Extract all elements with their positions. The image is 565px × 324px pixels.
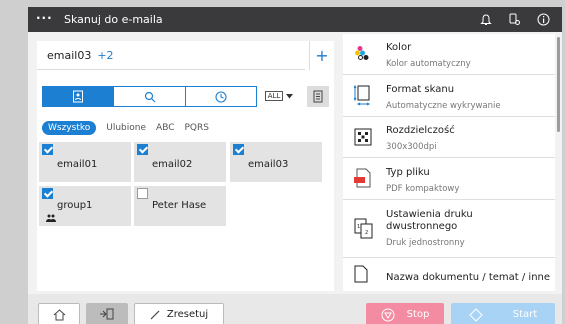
destination-address: email03 (47, 49, 92, 62)
contact-name: group1 (57, 200, 93, 211)
home-icon (53, 308, 65, 320)
setting-value: Automatyczne wykrywanie (386, 101, 501, 111)
svg-text:1: 1 (357, 224, 360, 230)
setting-duplex[interactable]: 12 Ustawienia druku dwustronnego Druk je… (343, 200, 555, 258)
history-icon (215, 90, 227, 103)
checkbox-checked[interactable] (42, 188, 53, 199)
address-book-icon (73, 90, 83, 103)
setting-scan-size[interactable]: Format skanu Automatyczne wykrywanie (343, 75, 555, 117)
setting-resolution[interactable]: Rozdzielczość 300x300dpi (343, 117, 555, 158)
reset-button[interactable]: Zresetuj (134, 303, 224, 324)
resolution-icon (354, 128, 372, 146)
destination-summary: email03 +2 (47, 49, 114, 62)
duplex-icon: 12 (354, 218, 373, 239)
color-dots-icon (355, 46, 369, 60)
contact-name: email02 (152, 159, 193, 170)
tab-address-book[interactable] (42, 86, 114, 107)
contact-name: Peter Hase (152, 200, 207, 211)
bell-icon[interactable] (476, 10, 496, 29)
eraser-icon (150, 310, 160, 319)
stop-icon (381, 308, 395, 321)
start-icon (469, 307, 483, 322)
contact-name: email03 (248, 159, 289, 170)
checkbox-checked[interactable] (42, 144, 53, 155)
contact-tile[interactable]: email01 (39, 142, 131, 182)
transfer-icon (100, 308, 114, 320)
info-icon[interactable] (533, 10, 553, 29)
reset-label: Zresetuj (166, 309, 209, 320)
setting-title: Typ pliku (386, 167, 430, 178)
index-filters: Wszystko Ulubione ABC PQRS (42, 120, 209, 136)
setting-color[interactable]: Kolor Kolor automatyczny (343, 34, 555, 75)
checkbox-checked[interactable] (233, 144, 244, 155)
home-button[interactable] (38, 303, 80, 324)
destination-extra-count: +2 (97, 49, 114, 62)
setting-value: PDF kompaktowy (386, 184, 460, 194)
address-book-list-icon (313, 90, 323, 103)
group-icon (46, 214, 56, 222)
contact-tile[interactable]: group1 (39, 186, 131, 226)
tab-search[interactable] (113, 86, 186, 107)
setting-document-name[interactable]: Nazwa dokumentu / temat / inne (343, 258, 555, 291)
title-bar: ··· Skanuj do e-maila (28, 7, 562, 32)
start-button[interactable]: Start (451, 303, 555, 324)
device-frame: ··· Skanuj do e-maila email03 +2 + ALL W… (0, 0, 565, 324)
setting-value: Druk jednostronny (386, 238, 465, 248)
contact-tile[interactable]: Peter Hase (134, 186, 226, 226)
setting-title: Rozdzielczość (386, 125, 455, 136)
start-label: Start (512, 309, 538, 320)
setting-file-type[interactable]: Typ pliku PDF kompaktowy (343, 158, 555, 200)
contact-name: email01 (57, 159, 98, 170)
svg-text:2: 2 (365, 230, 368, 236)
checkbox-unchecked[interactable] (137, 188, 148, 199)
transfer-button[interactable] (86, 303, 128, 324)
tab-history[interactable] (185, 86, 257, 107)
contact-tile[interactable]: email03 (230, 142, 322, 182)
panel-screen: ··· Skanuj do e-maila email03 +2 + ALL W… (28, 7, 562, 324)
setting-title: Format skanu (386, 84, 455, 95)
address-book-button[interactable] (307, 86, 329, 107)
ellipsis-icon[interactable]: ··· (36, 11, 53, 25)
filter-all[interactable]: Wszystko (42, 121, 97, 135)
hand-settings-icon[interactable] (504, 10, 524, 29)
setting-value: 300x300dpi (386, 142, 437, 152)
page-title: Skanuj do e-maila (64, 13, 163, 26)
destination-field[interactable]: email03 +2 (37, 41, 305, 70)
checkbox-checked[interactable] (137, 144, 148, 155)
add-destination-button[interactable]: + (309, 41, 334, 70)
settings-scrollbar[interactable] (557, 37, 560, 132)
all-dropdown[interactable]: ALL (260, 87, 298, 105)
setting-value: Kolor automatyczny (386, 59, 471, 69)
stop-button[interactable]: Stop (366, 303, 444, 324)
pdf-file-icon (354, 168, 371, 188)
stop-label: Stop (406, 309, 430, 320)
setting-title: Nazwa dokumentu / temat / inne (386, 272, 551, 283)
filter-abc[interactable]: ABC (156, 123, 174, 133)
bottom-bar: Zresetuj Stop Start (28, 294, 562, 324)
filter-favorites[interactable]: Ulubione (106, 123, 146, 133)
document-icon (354, 265, 368, 283)
destination-panel: email03 +2 + ALL Wszystko Ulubione ABC PQ… (37, 41, 334, 291)
scan-size-icon (354, 84, 371, 106)
contact-tile[interactable]: email02 (134, 142, 226, 182)
setting-title: Kolor (386, 42, 412, 53)
settings-panel: Kolor Kolor automatyczny Format skanu Au… (343, 34, 555, 291)
caret-down-icon (286, 93, 294, 98)
all-dropdown-value: ALL (264, 91, 284, 101)
setting-title: Ustawienia druku dwustronnego (386, 209, 473, 232)
search-icon (144, 91, 155, 102)
filter-pqrs[interactable]: PQRS (185, 123, 209, 133)
